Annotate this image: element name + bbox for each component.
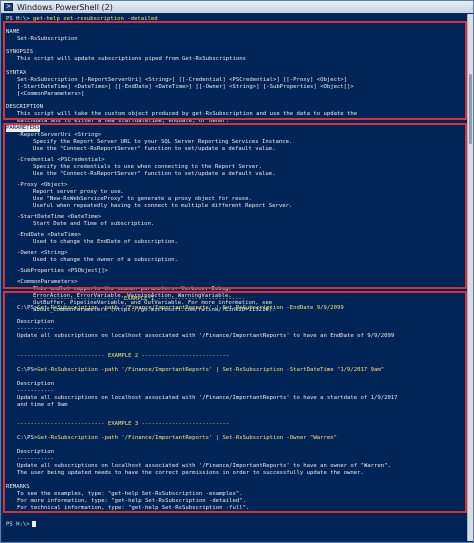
example-desc-label: Description [17, 381, 55, 387]
example-header: -------------------------- EXAMPLE 1 ---… [33, 296, 246, 302]
param-desc: Useful when repeatedly having to connect… [33, 203, 293, 209]
example-prompt: C:\PS> [17, 435, 38, 441]
param-name: <CommonParameters> [17, 279, 78, 285]
param-desc: Use the "Connect-RsReportServer" functio… [33, 146, 276, 152]
powershell-window: > Windows PowerShell (2) PS H:\> get-hel… [0, 0, 474, 543]
example-desc-label: Description [17, 449, 55, 455]
example-header: -------------------------- EXAMPLE 2 ---… [17, 353, 229, 360]
param-desc: Specify the credentials to use when conn… [33, 164, 263, 170]
name-value: Set-RsSubscription [17, 36, 78, 42]
example-prompt: C:\PS> [17, 305, 38, 311]
example-desc-line: and time of 9am [17, 402, 68, 408]
remarks-line: To see the examples, type: "get-help Set… [17, 491, 243, 497]
example-desc-rule: ----------- [17, 326, 55, 332]
syntax-line: [<CommonParameters>] [17, 91, 85, 97]
param-name: -SubProperties <PSObject[]> [17, 268, 108, 274]
remarks-line: For technical information, type: "get-he… [17, 505, 250, 511]
param-name: -EndDate <DateTime> [17, 232, 81, 238]
param-name: -Proxy <Object> [17, 182, 68, 188]
command-text: get-help set-rssubscription -detailed [32, 16, 158, 22]
param-desc: This cmdlet supports the common paramete… [33, 286, 232, 292]
example-desc-line: Update all subscriptions on localhost as… [17, 463, 391, 469]
example-header-text: -------------------------- EXAMPLE 2 ---… [17, 353, 230, 359]
prompt-text: PS H:\> [6, 16, 30, 22]
section-syntax-header: SYNTAX [6, 70, 27, 76]
example-desc-line: The user being updated needs to have the… [17, 470, 364, 476]
section-synopsis-header: SYNOPSIS [6, 49, 33, 55]
scrollbar-thumb[interactable] [469, 74, 472, 144]
console-output[interactable]: PS H:\> get-help set-rssubscription -det… [3, 14, 467, 541]
powershell-icon: > [4, 3, 13, 11]
syntax-line: [-StartDateTime] <DateTime>] [[-EndDate]… [17, 84, 354, 90]
prompt-text: PS H:\> [6, 521, 30, 528]
example-prompt: C:\PS> [17, 367, 38, 373]
vertical-scrollbar[interactable] [467, 14, 473, 541]
example-desc-rule: ----------- [17, 388, 55, 394]
example-command-line: C:\PS>Get-RsSubscription -path '/Finance… [17, 305, 344, 312]
example-header: -------------------------- EXAMPLE 3 ---… [17, 421, 229, 428]
section-parameters-header: PARAMETERS [6, 125, 40, 132]
description-line: matchdata and to either a new startdatet… [17, 118, 230, 124]
example-desc-line: Update all subscriptions on localhost as… [17, 333, 395, 339]
section-description-header: DESCRIPTION [6, 104, 44, 110]
example-desc-line: Update all subscriptions on localhost as… [17, 395, 398, 401]
section-remarks-header: REMARKS [6, 484, 30, 490]
param-name: -Credential <PSCredential> [17, 157, 105, 163]
param-desc: Used to change the owner of a subscripti… [33, 257, 178, 263]
param-desc: Specify the Report Server URL to your SQ… [33, 139, 293, 145]
example-desc-label: Description [17, 319, 55, 325]
example-command-line: C:\PS>Get-RsSubscription -path '/Finance… [17, 367, 384, 374]
prompt-line: PS H:\> get-help set-rssubscription -det… [6, 16, 158, 23]
param-desc: Report server proxy to use. [33, 189, 124, 195]
description-line: This script will take the custom object … [17, 111, 358, 117]
syntax-line: Set-RsSubscription [-ReportServerUri] <S… [17, 77, 348, 83]
example-desc-rule: ----------- [17, 456, 55, 462]
title-bar[interactable]: > Windows PowerShell (2) [1, 1, 473, 13]
param-name: -Owner <String> [17, 250, 68, 256]
example-command: Get-RsSubscription -path '/Finance/Impor… [37, 305, 344, 311]
example-command-line: C:\PS>Get-RsSubscription -path '/Finance… [17, 435, 337, 442]
param-name: -StartDateTime <DateTime> [17, 214, 102, 220]
prompt-line: PS H:\> [6, 521, 36, 529]
example-header-text: -------------------------- EXAMPLE 3 ---… [17, 421, 230, 427]
param-desc: Use "New-RsWebServiceProxy" to generate … [33, 196, 252, 202]
param-name: -ReportServerUri <String> [17, 132, 102, 138]
cursor [31, 521, 36, 527]
example-command: Get-RsSubscription -path '/Finance/Impor… [37, 435, 337, 441]
param-desc: Use the "Connect-RsReportServer" functio… [33, 171, 276, 177]
remarks-line: For more information, type: "get-help Se… [17, 498, 247, 504]
param-desc: Start Date and Time of subscription. [33, 221, 155, 227]
synopsis-value: This script will update subscriptions pi… [17, 56, 247, 62]
section-name-header: NAME [6, 29, 20, 35]
window-title: Windows PowerShell (2) [17, 2, 113, 12]
example-command: Get-RsSubscription -path '/Finance/Impor… [37, 367, 385, 373]
param-desc: Used to change the EndDate of subscripti… [33, 239, 178, 245]
